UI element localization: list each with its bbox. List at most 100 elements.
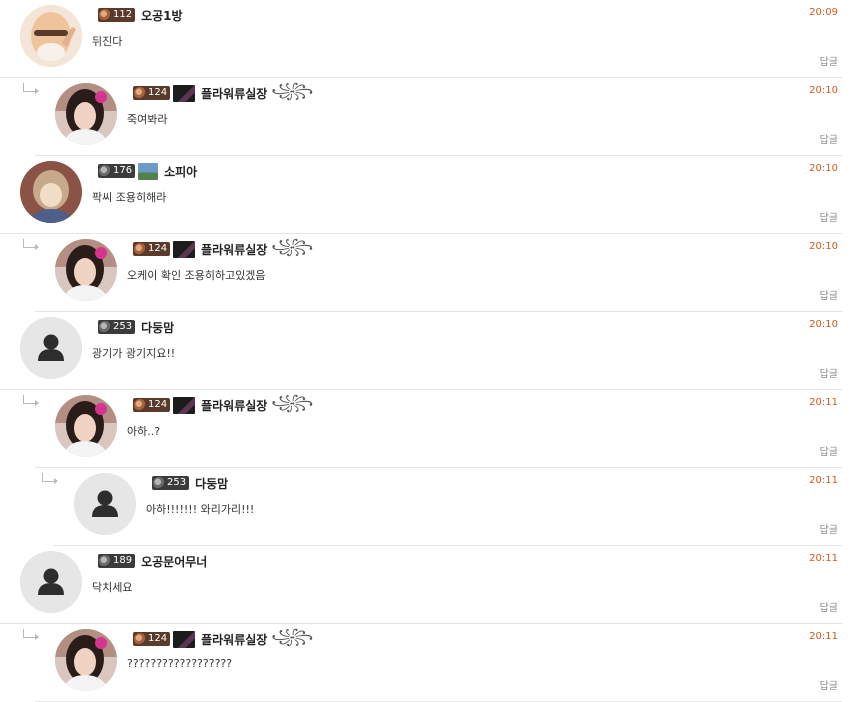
reply-button[interactable]: 답글 [820,131,838,146]
nickname[interactable]: 플라워류실장 [201,631,267,648]
nickname[interactable]: 플라워류실장 [201,241,267,258]
reply-comment: 124 플라워류실장 ꧁꧂ 오케이 확인 조용히하고있겠음 20:10 답글 [23,234,842,312]
reply-comment: 124 플라워류실장 ꧁꧂ 아하..? 20:11 답글 [23,390,842,468]
nickname-ornament-icon: ꧁꧂ [271,628,313,645]
level-number: 124 [148,399,168,410]
reply-arrow-icon [42,473,58,484]
comment-meta: 124 플라워류실장 ꧁꧂ [133,239,313,258]
nickname-ornament-icon: ꧁꧂ [271,82,313,99]
elder-avatar[interactable] [20,5,82,67]
comment-meta: 124 플라워류실장 ꧁꧂ [133,395,313,414]
comment-meta: 253 다둥맘 [98,318,174,336]
reply-button[interactable]: 답글 [820,209,838,224]
comment-text: 팍씨 조용히해라 [92,191,167,204]
comment: 112 오공1방뒤진다 20:09 답글 [0,0,842,78]
level-gem-icon [134,87,146,99]
level-gem-icon [134,243,146,255]
level-number: 253 [113,321,133,332]
nickname[interactable]: 플라워류실장 [201,397,267,414]
level-number: 253 [167,477,187,488]
comment-meta: 112 오공1방 [98,6,183,24]
nickname-ornament-icon: ꧁꧂ [271,394,313,411]
nickname[interactable]: 오공문어무너 [141,553,207,570]
comment-text: 죽여봐라 [127,113,168,126]
level-badge: 176 [98,164,136,178]
reply-arrow-icon [23,239,39,250]
level-gem-icon [99,321,111,333]
level-number: 176 [113,165,133,176]
level-badge: 124 [133,632,171,646]
level-gem-icon [134,633,146,645]
woman-avatar[interactable] [55,83,117,145]
level-gem-icon [99,165,111,177]
woman-avatar[interactable] [55,239,117,301]
comment-text: 뒤진다 [92,35,123,48]
comment-meta: 124 플라워류실장 ꧁꧂ [133,629,313,648]
comment-text: 아하..? [127,425,161,438]
profile-badge-icon [138,162,159,180]
level-number: 189 [113,555,133,566]
default-avatar[interactable] [74,473,136,535]
level-gem-icon [99,555,111,567]
reply-button[interactable]: 답글 [820,365,838,380]
reply-arrow-icon [23,83,39,94]
reply-comment: 253 다둥맘아하!!!!!!! 와리가리!!! 20:11 답글 [42,468,842,546]
comment-meta: 189 오공문어무너 [98,552,207,570]
comment-meta: 253 다둥맘 [152,474,228,492]
comment-text: 오케이 확인 조용히하고있겠음 [127,269,266,282]
nickname[interactable]: 다둥맘 [141,319,174,336]
profile-badge-icon [173,84,196,102]
comment-time: 20:11 [809,475,838,486]
woman-avatar[interactable] [55,395,117,457]
default-avatar[interactable] [20,317,82,379]
comment-time: 20:10 [809,241,838,252]
comment-text: ?????????????????? [127,657,233,670]
level-badge: 124 [133,242,171,256]
level-badge: 112 [98,8,136,22]
comment-time: 20:10 [809,319,838,330]
reply-button[interactable]: 답글 [820,53,838,68]
comment-time: 20:10 [809,85,838,96]
comment: 189 오공문어무너 닥치세요 20:11 답글 [0,546,842,624]
reply-button[interactable]: 답글 [820,287,838,302]
level-gem-icon [99,9,111,21]
reply-button[interactable]: 답글 [820,677,838,692]
comment-list: 112 오공1방 뒤진다 20:09 답글 124 플라워류실장 ꧁꧂ 죽여봐라 20:10 답글 1… [0,0,850,702]
reply-button[interactable]: 답글 [820,443,838,458]
comment: 176 소피아팍씨 조용히해라 20:10 답글 [0,156,842,234]
level-number: 112 [113,9,133,20]
reply-button[interactable]: 답글 [820,599,838,614]
reply-arrow-icon [23,629,39,640]
nickname[interactable]: 플라워류실장 [201,85,267,102]
level-gem-icon [134,399,146,411]
comment-text: 광기가 광기지요!! [92,347,176,360]
comment-meta: 124 플라워류실장 ꧁꧂ [133,83,313,102]
comment-meta: 176 소피아 [98,162,197,180]
nickname[interactable]: 다둥맘 [195,475,228,492]
comment-time: 20:10 [809,163,838,174]
level-badge: 124 [133,398,171,412]
level-badge: 253 [98,320,136,334]
comment-time: 20:11 [809,553,838,564]
profile-badge-icon [173,240,196,258]
level-badge: 189 [98,554,136,568]
reply-button[interactable]: 답글 [820,521,838,536]
comment-time: 20:11 [809,397,838,408]
comment-time: 20:09 [809,7,838,18]
reply-comment: 124 플라워류실장 ꧁꧂?????????????????? 20:11 답글 [23,624,842,702]
woman-avatar[interactable] [55,629,117,691]
level-badge: 253 [152,476,190,490]
comment: 253 다둥맘광기가 광기지요!! 20:10 답글 [0,312,842,390]
nickname-ornament-icon: ꧁꧂ [271,238,313,255]
nickname[interactable]: 소피아 [164,163,197,180]
nickname[interactable]: 오공1방 [141,7,182,24]
profile-badge-icon [173,396,196,414]
level-number: 124 [148,633,168,644]
anime-avatar[interactable] [20,161,82,223]
default-avatar[interactable] [20,551,82,613]
comment-text: 아하!!!!!!! 와리가리!!! [146,503,255,516]
reply-comment: 124 플라워류실장 ꧁꧂ 죽여봐라 20:10 답글 [23,78,842,156]
level-gem-icon [153,477,165,489]
profile-badge-icon [173,630,196,648]
reply-arrow-icon [23,395,39,406]
